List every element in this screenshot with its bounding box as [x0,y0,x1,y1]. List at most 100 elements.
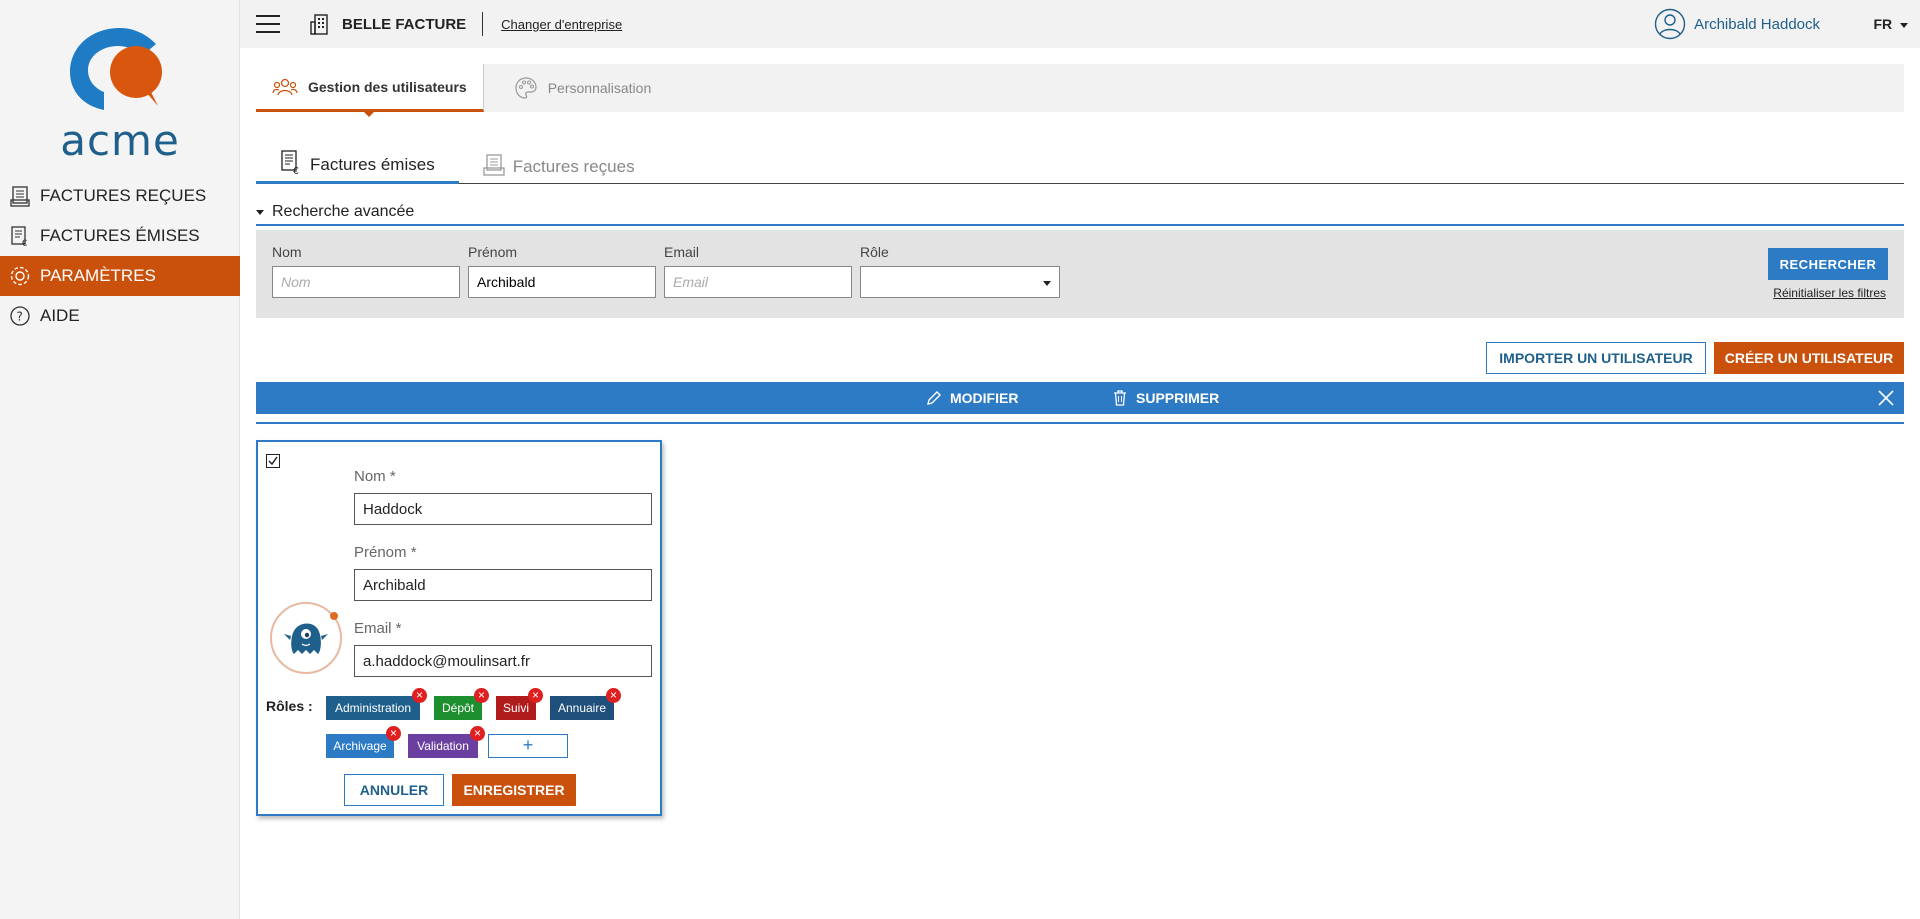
user-avatar[interactable] [270,602,342,674]
tab-factures-recues[interactable]: Factures reçues [459,148,659,183]
search-field-role: Rôle [860,244,1060,298]
company-brand: BELLE FACTURE [310,13,466,35]
role-label: Validation [417,739,469,753]
card-email-input[interactable] [354,645,652,677]
svg-text:€: € [293,166,299,175]
svg-text:?: ? [17,310,23,324]
issued-invoices-icon: € [281,150,299,175]
role-label: Rôle [860,244,889,260]
trash-icon [1114,390,1126,406]
add-role-button[interactable]: + [488,734,568,758]
acme-logo: acme [60,20,180,165]
help-icon: ? [8,304,32,328]
roles-label: Rôles : [266,698,313,714]
menu-icon[interactable] [256,15,280,33]
invoice-subtabs: € Factures émises Factures reçues [256,148,1904,184]
search-panel: Nom Prénom Email Rôle RECHERCHER Réiniti… [256,230,1904,318]
change-company-link[interactable]: Changer d'entreprise [501,17,622,32]
sidebar-item-aide[interactable]: ? AIDE [0,296,240,336]
tab-label: Personnalisation [547,80,652,96]
email-input[interactable] [664,266,852,298]
role-tag-administration: Administration × [326,688,427,720]
save-button[interactable]: ENREGISTRER [452,774,576,806]
card-email-label: Email * [354,620,402,637]
create-user-button[interactable]: CRÉER UN UTILISATEUR [1714,342,1904,374]
role-tag-archivage: Archivage × [326,726,401,758]
advanced-search-title: Recherche avancée [272,203,415,220]
avatar-badge [330,612,338,620]
caret-down-icon [256,209,264,215]
sidebar-item-label: PARAMÈTRES [40,266,156,285]
card-field-email: Email * [354,620,652,677]
sidebar-item-factures-recues[interactable]: FACTURES REÇUES [0,176,240,216]
language-selector[interactable]: FR [1873,16,1908,32]
role-label: Administration [334,701,412,715]
card-field-nom: Nom * [354,468,652,525]
sidebar: acme FACTURES REÇUES € FACTURES ÉMISES P… [0,0,240,919]
search-field-nom: Nom [272,244,460,298]
sidebar-item-label: FACTURES REÇUES [40,186,207,205]
role-tag-suivi: Suivi × [496,688,543,720]
company-name: BELLE FACTURE [342,15,467,33]
top-bar: BELLE FACTURE Changer d'entreprise Archi… [240,0,1920,48]
reset-filters-link[interactable]: Réinitialiser les filtres [1773,286,1886,300]
divider [482,12,484,36]
search-button[interactable]: RECHERCHER [1768,248,1888,280]
tab-personalization[interactable]: Personnalisation [484,64,668,112]
sidebar-nav: FACTURES REÇUES € FACTURES ÉMISES PARAMÈ… [0,176,240,336]
role-tag-annuaire: Annuaire × [550,688,621,720]
tab-user-management[interactable]: Gestion des utilisateurs [256,64,484,117]
sidebar-item-label: AIDE [40,306,80,325]
tab-factures-emises[interactable]: € Factures émises [256,148,459,184]
role-label: Suivi [503,701,530,715]
remove-role-icon[interactable]: × [386,726,401,741]
sidebar-item-factures-emises[interactable]: € FACTURES ÉMISES [0,216,240,256]
modify-label: MODIFIER [950,390,1019,406]
remove-role-icon[interactable]: × [528,688,543,703]
remove-role-icon[interactable]: × [412,688,427,703]
building-icon [310,14,328,35]
prenom-label: Prénom [468,244,518,260]
card-prenom-input[interactable] [354,569,652,601]
user-edit-card: Nom * Prénom * Email * Rôles : Administr… [256,440,662,816]
import-user-button[interactable]: IMPORTER UN UTILISATEUR [1486,342,1706,374]
sidebar-item-label: FACTURES ÉMISES [40,226,200,245]
card-prenom-label: Prénom * [354,544,417,561]
nom-input[interactable] [272,266,460,298]
delete-button[interactable]: SUPPRIMER [1112,382,1219,414]
user-menu[interactable]: Archibald Haddock [1654,8,1820,40]
prenom-input[interactable] [468,266,656,298]
email-label: Email [664,244,700,260]
divider [256,422,1904,424]
chevron-down-icon [1900,22,1908,28]
svg-text:€: € [22,238,27,247]
search-field-email: Email [664,244,852,298]
main-tabs: Gestion des utilisateurs Personnalisatio… [256,64,1904,117]
role-select[interactable] [860,266,1060,298]
language-label: FR [1873,16,1893,32]
remove-role-icon[interactable]: × [606,688,621,703]
users-icon [272,78,298,95]
advanced-search-toggle[interactable]: Recherche avancée [256,200,1904,226]
role-label: Dépôt [441,701,475,715]
tab-label: Gestion des utilisateurs [308,78,467,95]
modify-button[interactable]: MODIFIER [926,382,1018,414]
remove-role-icon[interactable]: × [470,726,485,741]
delete-label: SUPPRIMER [1136,390,1220,406]
select-user-checkbox[interactable] [266,454,280,468]
sidebar-item-parametres[interactable]: PARAMÈTRES [0,256,240,296]
role-tag-depot: Dépôt × [434,688,489,720]
tab-label: Factures émises [310,155,435,174]
card-nom-input[interactable] [354,493,652,525]
cancel-button[interactable]: ANNULER [344,774,444,806]
received-invoices-icon [483,154,505,176]
close-icon[interactable] [1878,390,1894,406]
user-avatar-icon [1654,8,1686,40]
user-name: Archibald Haddock [1694,15,1820,33]
role-label: Archivage [333,739,387,753]
logo-icon [70,28,162,110]
checkmark-icon [268,456,278,466]
role-label: Annuaire [557,701,607,715]
card-nom-label: Nom * [354,468,396,485]
remove-role-icon[interactable]: × [474,688,489,703]
